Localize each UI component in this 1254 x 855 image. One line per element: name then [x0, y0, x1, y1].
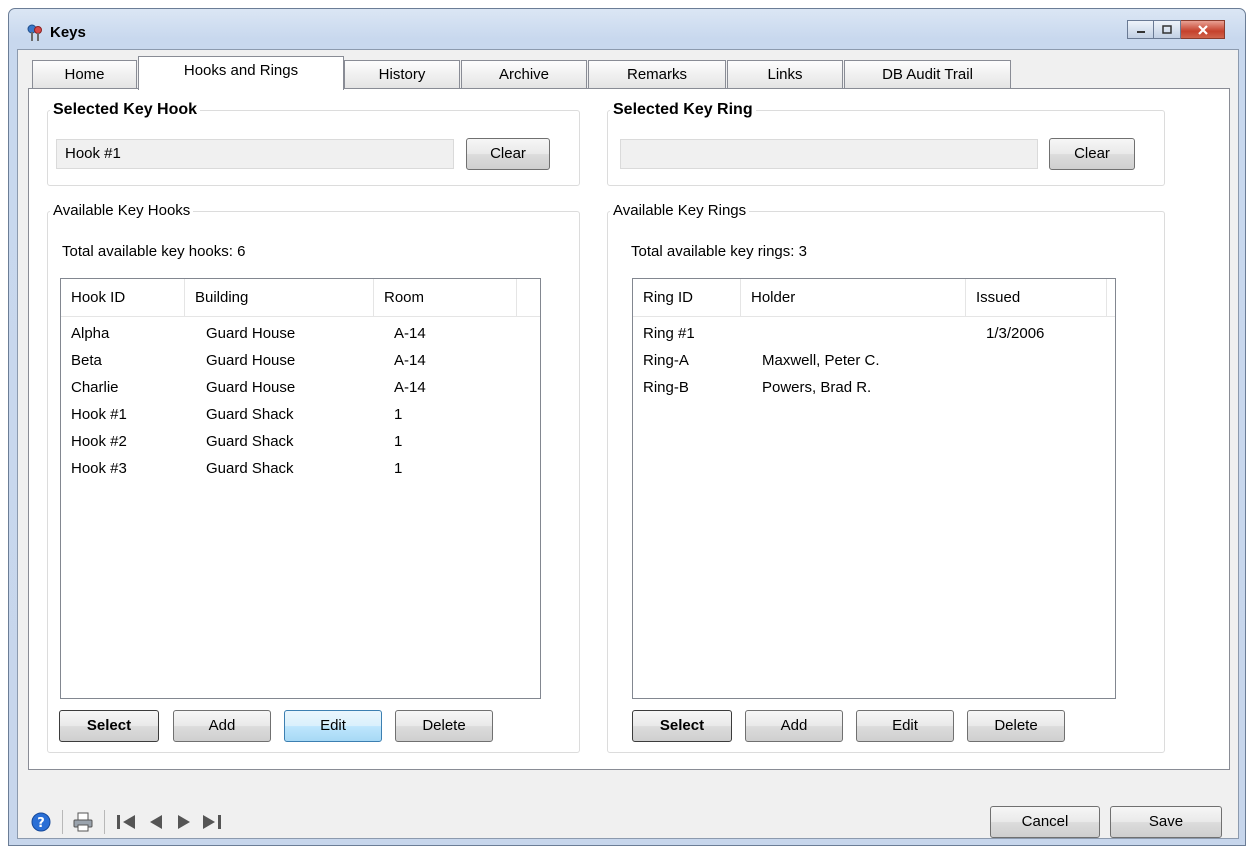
available-key-rings-group: Available Key Rings Total available key …	[607, 202, 1165, 753]
selected-key-ring-title: Selected Key Ring	[610, 101, 756, 119]
ring-id-cell: Ring #1	[643, 325, 695, 342]
building-cell: Guard House	[206, 325, 296, 342]
key-hooks-list[interactable]: Hook ID Building Room Alpha Guard House …	[60, 278, 541, 699]
hook-id-cell: Hook #1	[71, 406, 127, 423]
key-rings-list[interactable]: Ring ID Holder Issued Ring #1 1/3/2006 R…	[632, 278, 1116, 699]
table-row[interactable]: Charlie Guard House A-14	[61, 374, 540, 401]
maximize-icon	[1162, 25, 1172, 34]
table-row[interactable]: Alpha Guard House A-14	[61, 320, 540, 347]
available-key-hooks-group: Available Key Hooks Total available key …	[47, 202, 580, 753]
table-row[interactable]: Hook #2 Guard Shack 1	[61, 428, 540, 455]
column-hook-id[interactable]: Hook ID	[61, 279, 185, 317]
tab-links[interactable]: Links	[727, 60, 843, 89]
column-issued[interactable]: Issued	[966, 279, 1107, 317]
holder-cell: Maxwell, Peter C.	[762, 352, 880, 369]
hook-id-cell: Hook #2	[71, 433, 127, 450]
room-cell: A-14	[394, 379, 426, 396]
total-key-hooks-text: Total available key hooks: 6	[62, 243, 246, 260]
tab-db-audit-trail[interactable]: DB Audit Trail	[844, 60, 1011, 89]
print-button[interactable]	[72, 812, 94, 832]
building-cell: Guard Shack	[206, 406, 294, 423]
keys-app-icon	[27, 24, 42, 41]
close-window-button[interactable]	[1181, 20, 1225, 39]
next-record-button[interactable]	[173, 812, 195, 832]
building-cell: Guard Shack	[206, 433, 294, 450]
delete-hook-button[interactable]: Delete	[395, 710, 493, 742]
minimize-button[interactable]	[1127, 20, 1154, 39]
available-key-rings-title: Available Key Rings	[610, 202, 750, 219]
building-cell: Guard House	[206, 352, 296, 369]
next-record-icon	[178, 815, 190, 829]
column-building[interactable]: Building	[185, 279, 374, 317]
table-row[interactable]: Ring-B Powers, Brad R.	[633, 374, 1115, 401]
building-cell: Guard House	[206, 379, 296, 396]
first-record-button[interactable]	[115, 812, 137, 832]
help-button[interactable]: ?	[31, 812, 51, 832]
help-icon: ?	[31, 812, 51, 832]
svg-text:?: ?	[37, 816, 45, 831]
previous-record-icon	[150, 815, 162, 829]
hook-id-cell: Alpha	[71, 325, 110, 342]
room-cell: A-14	[394, 352, 426, 369]
selected-key-hook-title: Selected Key Hook	[50, 101, 201, 119]
selected-key-hook-field[interactable]: Hook #1	[56, 139, 454, 169]
print-icon	[73, 812, 93, 832]
issued-cell: 1/3/2006	[986, 325, 1045, 342]
first-record-icon	[117, 815, 135, 829]
selected-key-ring-group: Selected Key Ring Clear	[607, 101, 1165, 186]
previous-record-button[interactable]	[145, 812, 167, 832]
key-hooks-list-header: Hook ID Building Room	[61, 279, 540, 317]
clear-ring-button[interactable]: Clear	[1049, 138, 1135, 170]
room-cell: 1	[394, 433, 403, 450]
table-row[interactable]: Ring-A Maxwell, Peter C.	[633, 347, 1115, 374]
ring-id-cell: Ring-B	[643, 379, 689, 396]
table-row[interactable]: Hook #1 Guard Shack 1	[61, 401, 540, 428]
selected-key-ring-field[interactable]	[620, 139, 1038, 169]
tab-history[interactable]: History	[344, 60, 460, 89]
hooks-and-rings-page: Selected Key Hook Hook #1 Clear Selected…	[28, 88, 1230, 770]
delete-ring-button[interactable]: Delete	[967, 710, 1065, 742]
table-row[interactable]: Ring #1 1/3/2006	[633, 320, 1115, 347]
save-button[interactable]: Save	[1110, 806, 1222, 838]
select-ring-button[interactable]: Select	[632, 710, 732, 742]
available-key-hooks-title: Available Key Hooks	[50, 202, 194, 219]
column-ring-id[interactable]: Ring ID	[633, 279, 741, 317]
select-hook-button[interactable]: Select	[59, 710, 159, 742]
add-hook-button[interactable]: Add	[173, 710, 271, 742]
edit-ring-button[interactable]: Edit	[856, 710, 954, 742]
hook-id-cell: Charlie	[71, 379, 119, 396]
keys-window: Keys Home Hooks and Rings History Archiv…	[8, 8, 1246, 846]
room-cell: A-14	[394, 325, 426, 342]
close-icon	[1197, 24, 1208, 35]
tab-hooks-and-rings[interactable]: Hooks and Rings	[138, 56, 344, 90]
hook-id-cell: Hook #3	[71, 460, 127, 477]
minimize-icon	[1136, 30, 1145, 33]
building-cell: Guard Shack	[206, 460, 294, 477]
tab-home[interactable]: Home	[32, 60, 137, 89]
total-key-rings-text: Total available key rings: 3	[631, 243, 807, 260]
hook-id-cell: Beta	[71, 352, 102, 369]
maximize-button[interactable]	[1154, 20, 1181, 39]
tab-archive[interactable]: Archive	[461, 60, 587, 89]
room-cell: 1	[394, 460, 403, 477]
client-area: Home Hooks and Rings History Archive Rem…	[17, 49, 1239, 839]
selected-key-hook-group: Selected Key Hook Hook #1 Clear	[47, 101, 580, 186]
cancel-button[interactable]: Cancel	[990, 806, 1100, 838]
holder-cell: Powers, Brad R.	[762, 379, 872, 396]
last-record-button[interactable]	[201, 812, 223, 832]
room-cell: 1	[394, 406, 403, 423]
ring-id-cell: Ring-A	[643, 352, 689, 369]
table-row[interactable]: Beta Guard House A-14	[61, 347, 540, 374]
clear-hook-button[interactable]: Clear	[466, 138, 550, 170]
edit-hook-button[interactable]: Edit	[284, 710, 382, 742]
key-rings-list-header: Ring ID Holder Issued	[633, 279, 1115, 317]
last-record-icon	[203, 815, 221, 829]
tab-remarks[interactable]: Remarks	[588, 60, 726, 89]
column-room[interactable]: Room	[374, 279, 517, 317]
add-ring-button[interactable]: Add	[745, 710, 843, 742]
title-bar: Keys	[9, 9, 1245, 49]
table-row[interactable]: Hook #3 Guard Shack 1	[61, 455, 540, 482]
column-holder[interactable]: Holder	[741, 279, 966, 317]
window-title: Keys	[50, 24, 86, 41]
